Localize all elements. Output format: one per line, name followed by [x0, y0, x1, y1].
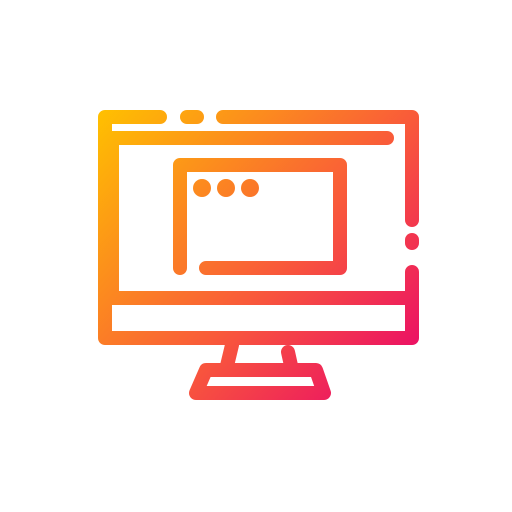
icon-canvas	[0, 0, 512, 512]
window-dot-icon	[193, 179, 211, 197]
stand-base	[189, 363, 331, 400]
monitor-window-icon	[98, 110, 419, 400]
monitor-stand	[189, 338, 331, 400]
window-dot-icon	[241, 179, 259, 197]
window-dot-icon	[217, 179, 235, 197]
app-window	[173, 158, 347, 275]
window-dots	[193, 179, 259, 197]
